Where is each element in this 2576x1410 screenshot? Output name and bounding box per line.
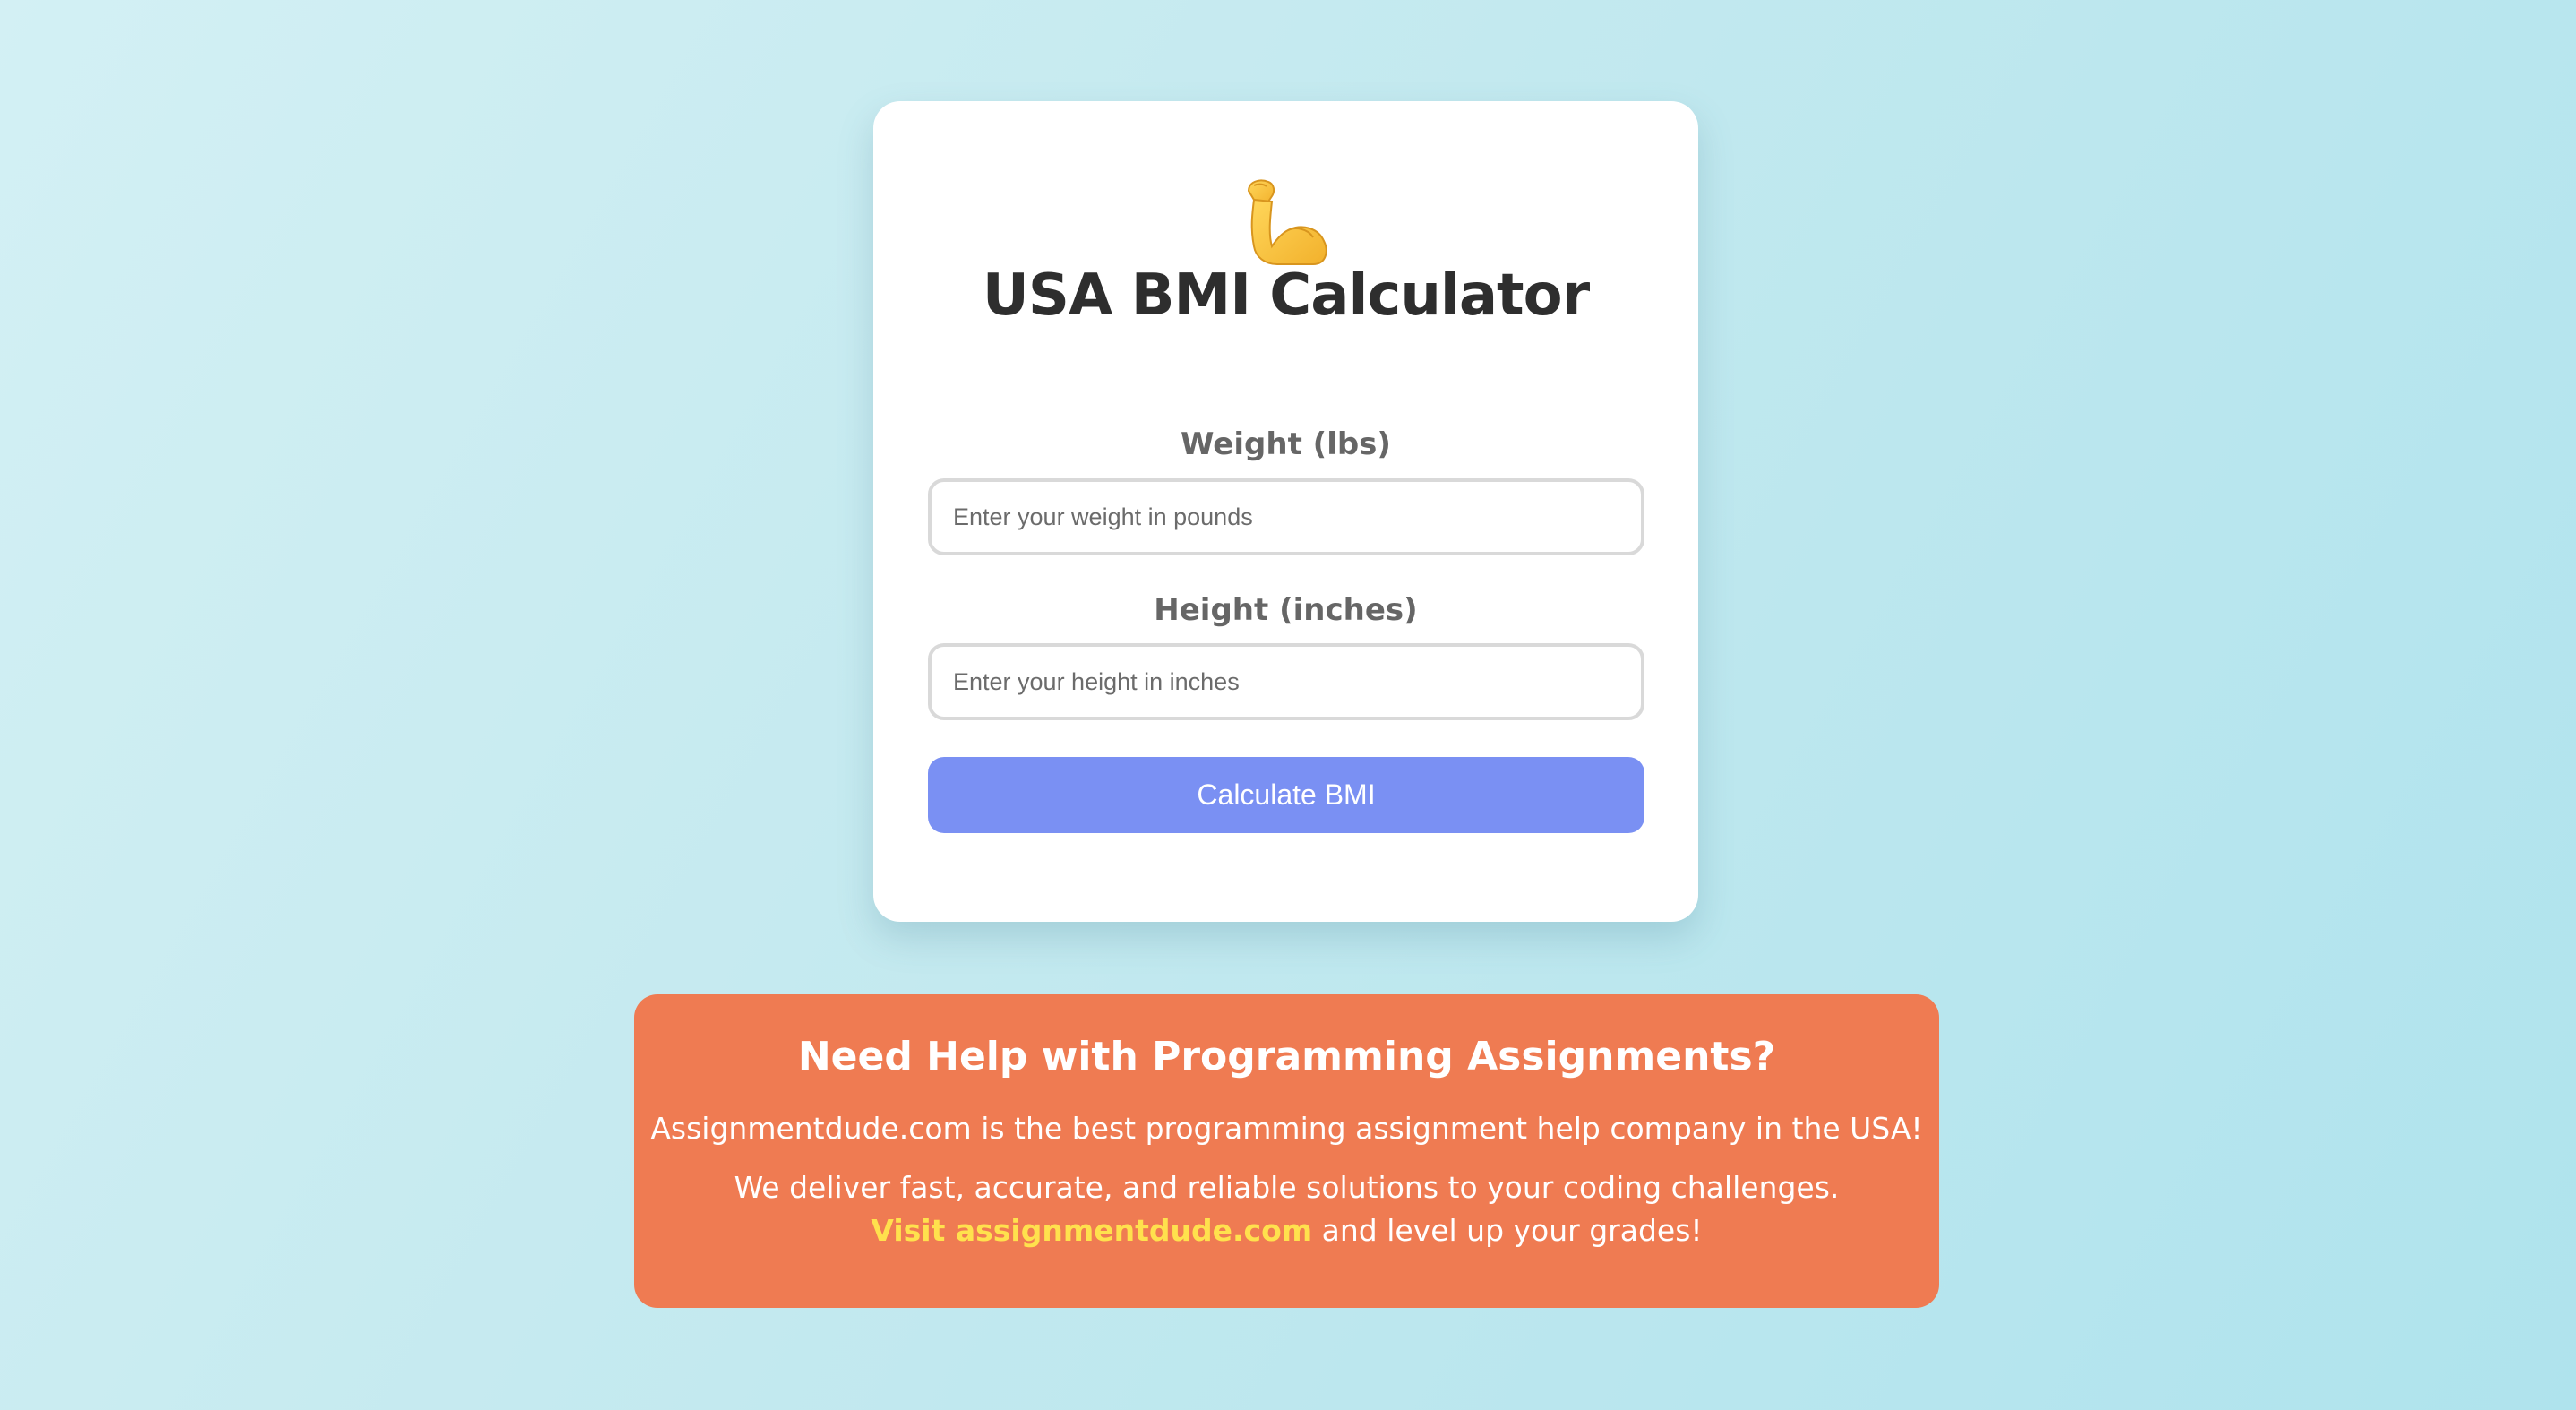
height-label: Height (inches): [1154, 592, 1418, 628]
promo-cta-tail: and level up your grades!: [1312, 1213, 1703, 1248]
promo-line-services: We deliver fast, accurate, and reliable …: [734, 1170, 1840, 1205]
weight-label: Weight (lbs): [1181, 426, 1391, 462]
promo-line-company: Assignmentdude.com is the best programmi…: [650, 1111, 1923, 1146]
promo-banner: Need Help with Programming Assignments? …: [634, 994, 1939, 1308]
calculate-bmi-button[interactable]: Calculate BMI: [928, 757, 1644, 833]
weight-input[interactable]: [928, 478, 1644, 555]
height-input[interactable]: [928, 643, 1644, 720]
promo-title: Need Help with Programming Assignments?: [797, 1034, 1776, 1079]
page-title: USA BMI Calculator: [982, 262, 1590, 329]
promo-line-cta: Visit assignmentdude.com and level up yo…: [634, 1209, 1939, 1252]
visit-site-link[interactable]: Visit assignmentdude.com: [871, 1213, 1312, 1248]
bmi-card: USA BMI Calculator Weight (lbs) Height (…: [873, 101, 1698, 922]
